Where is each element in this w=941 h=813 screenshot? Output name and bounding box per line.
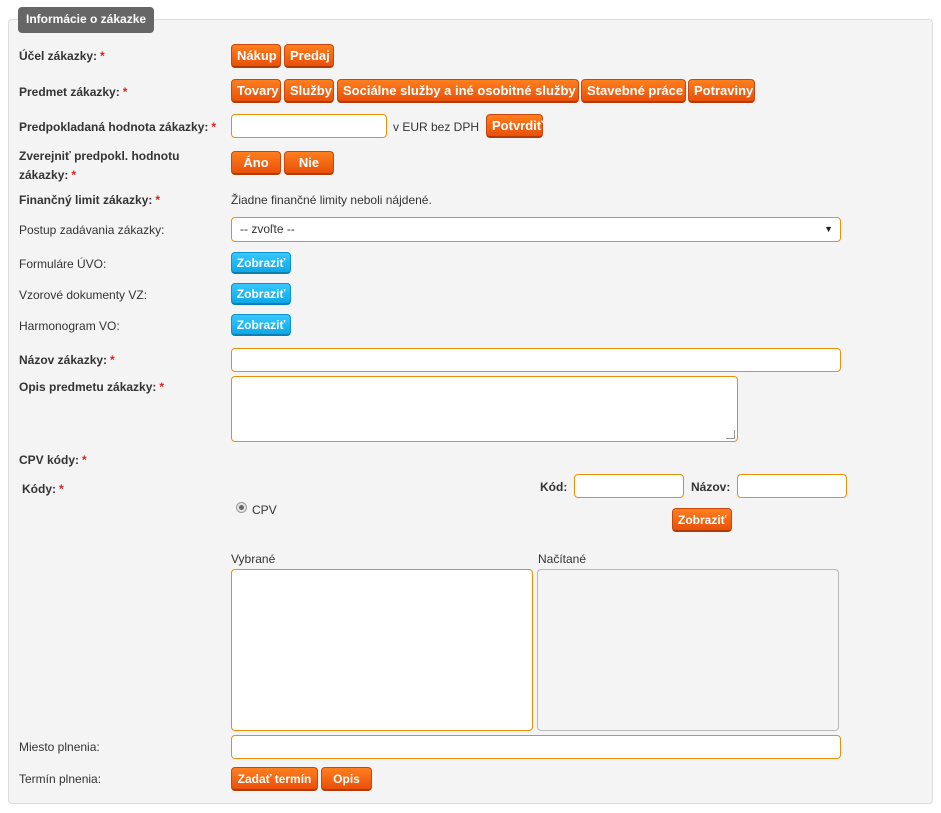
forms-label: Formuláre ÚVO:	[19, 257, 107, 271]
goods-button[interactable]: Tovary	[231, 79, 281, 103]
estimated-value-label: Predpokladaná hodnota zákazky: *	[19, 120, 217, 134]
sale-button[interactable]: Predaj	[284, 44, 334, 68]
services-button[interactable]: Služby	[284, 79, 334, 103]
loaded-codes-list[interactable]	[537, 569, 839, 731]
place-input[interactable]	[231, 735, 841, 759]
procedure-label: Postup zadávania zákazky:	[19, 223, 165, 237]
name-label: Názov:	[691, 480, 731, 494]
chevron-down-icon: ▼	[824, 224, 833, 234]
resize-grip-icon[interactable]	[726, 430, 735, 439]
social-services-button[interactable]: Sociálne služby a iné osobitné služby	[337, 79, 579, 103]
yes-button[interactable]: Áno	[231, 151, 281, 175]
publish-value-label-line1: Zverejniť predpokl. hodnotu	[19, 149, 180, 163]
title-label: Názov zákazky: *	[19, 353, 115, 367]
code-input[interactable]	[574, 474, 684, 498]
currency-unit-text: v EUR bez DPH	[393, 120, 480, 134]
procedure-select-value: -- zvoľte --	[240, 222, 295, 236]
panel-legend: Informácie o zákazke	[18, 7, 155, 33]
construction-works-button[interactable]: Stavebné práce	[581, 79, 686, 103]
selected-codes-list[interactable]	[231, 569, 533, 731]
publish-value-label-line2: zákazky: *	[19, 168, 77, 182]
place-label: Miesto plnenia:	[19, 740, 100, 754]
set-deadline-button[interactable]: Zadať termín	[231, 767, 318, 791]
cpv-codes-label: CPV kódy: *	[19, 453, 87, 467]
title-input[interactable]	[231, 348, 841, 372]
code-label: Kód:	[540, 480, 568, 494]
templates-label: Vzorové dokumenty VZ:	[19, 288, 148, 302]
schedule-label: Harmonogram VO:	[19, 319, 120, 333]
cpv-radio[interactable]	[236, 502, 247, 513]
deadline-description-button[interactable]: Opis	[321, 767, 372, 791]
codes-label: Kódy: *	[22, 482, 64, 496]
purpose-label: Účel zákazky: *	[19, 49, 105, 63]
description-textarea[interactable]	[231, 376, 738, 442]
templates-show-button[interactable]: Zobraziť	[231, 283, 291, 305]
forms-show-button[interactable]: Zobraziť	[231, 252, 291, 274]
cpv-show-button[interactable]: Zobraziť	[672, 508, 732, 532]
selected-list-label: Vybrané	[231, 552, 276, 566]
name-input[interactable]	[737, 474, 847, 498]
loaded-list-label: Načítané	[538, 552, 587, 566]
deadline-label: Termín plnenia:	[19, 772, 102, 786]
confirm-button[interactable]: Potvrdiť	[486, 114, 543, 138]
description-label: Opis predmetu zákazky: *	[19, 380, 165, 394]
procedure-select[interactable]: -- zvoľte -- ▼	[231, 217, 841, 242]
cpv-radio-label: CPV	[252, 503, 277, 517]
estimated-value-input[interactable]	[231, 114, 387, 138]
financial-limit-label: Finančný limit zákazky: *	[19, 193, 161, 207]
subject-label: Predmet zákazky: *	[19, 85, 128, 99]
no-button[interactable]: Nie	[284, 151, 334, 175]
schedule-show-button[interactable]: Zobraziť	[231, 314, 291, 336]
food-button[interactable]: Potraviny	[688, 79, 755, 103]
purchase-button[interactable]: Nákup	[231, 44, 281, 68]
financial-limit-text: Žiadne finančné limity neboli nájdené.	[231, 193, 432, 207]
